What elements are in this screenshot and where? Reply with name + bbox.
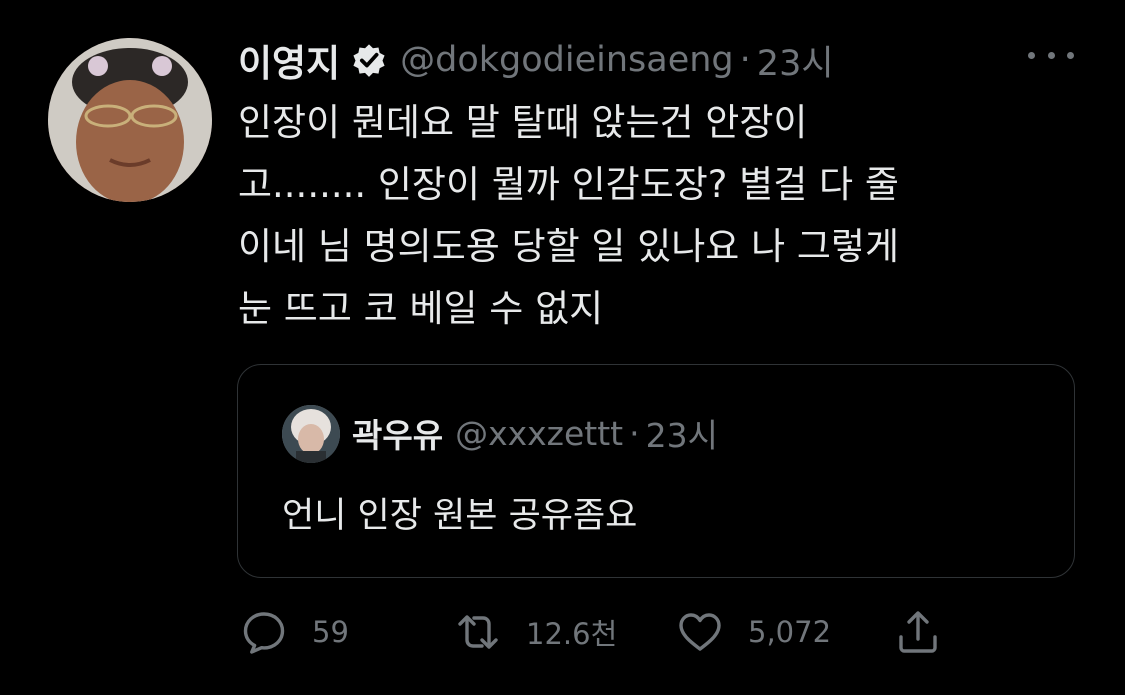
verified-badge-icon [350, 41, 388, 79]
tweet-actions-bar: 59 12.6천 5,072 [240, 604, 960, 660]
quoted-tweet-card[interactable]: 곽우유 @xxxzettt · 23시 언니 인장 원본 공유좀요 [237, 364, 1075, 578]
author-avatar[interactable] [48, 38, 212, 202]
more-dots-icon[interactable] [1028, 40, 1074, 70]
tweet-header: 이영지 @dokgodieinsaeng · 23시 [238, 28, 834, 92]
tweet-timestamp[interactable]: 23시 [757, 35, 834, 86]
tweet-text-line: 고........ 인장이 뭘까 인감도장? 별걸 다 줄 [238, 163, 899, 206]
tweet-text-line: 눈 뜨고 코 베일 수 없지 [238, 287, 604, 330]
reply-button[interactable]: 59 [240, 604, 349, 660]
tweet-text-line: 이네 님 명의도용 당할 일 있나요 나 그렇게 [238, 225, 900, 268]
quoted-tweet-header: 곽우유 @xxxzettt · 23시 [352, 407, 718, 459]
like-button[interactable]: 5,072 [676, 604, 831, 660]
quoted-author-avatar[interactable] [282, 405, 340, 463]
quoted-author-handle[interactable]: @xxxzettt [455, 414, 623, 453]
reply-count: 59 [312, 615, 349, 649]
retweet-icon [454, 608, 502, 656]
tweet-text: 인장이 뭔데요 말 탈때 앉는건 안장이 고........ 인장이 뭘까 인감… [238, 92, 1058, 340]
author-display-name[interactable]: 이영지 [238, 33, 340, 87]
retweet-button[interactable]: 12.6천 [454, 604, 617, 660]
heart-icon [676, 608, 724, 656]
author-handle[interactable]: @dokgodieinsaeng [400, 40, 734, 80]
tweet-text-line: 인장이 뭔데요 말 탈때 앉는건 안장이 [238, 101, 808, 144]
more-dot [1047, 51, 1055, 59]
like-count: 5,072 [748, 615, 832, 649]
reply-icon [240, 608, 288, 656]
retweet-count: 12.6천 [526, 617, 618, 651]
more-dot [1067, 51, 1074, 59]
quoted-tweet-text: 언니 인장 원본 공유좀요 [282, 496, 638, 536]
quoted-tweet-timestamp[interactable]: 23시 [646, 409, 718, 457]
quoted-header-separator: · [629, 413, 640, 453]
quoted-author-display-name[interactable]: 곽우유 [352, 409, 443, 457]
share-button[interactable] [894, 604, 942, 660]
more-dot [1028, 51, 1035, 59]
share-icon [894, 608, 942, 656]
header-separator: · [739, 40, 751, 80]
